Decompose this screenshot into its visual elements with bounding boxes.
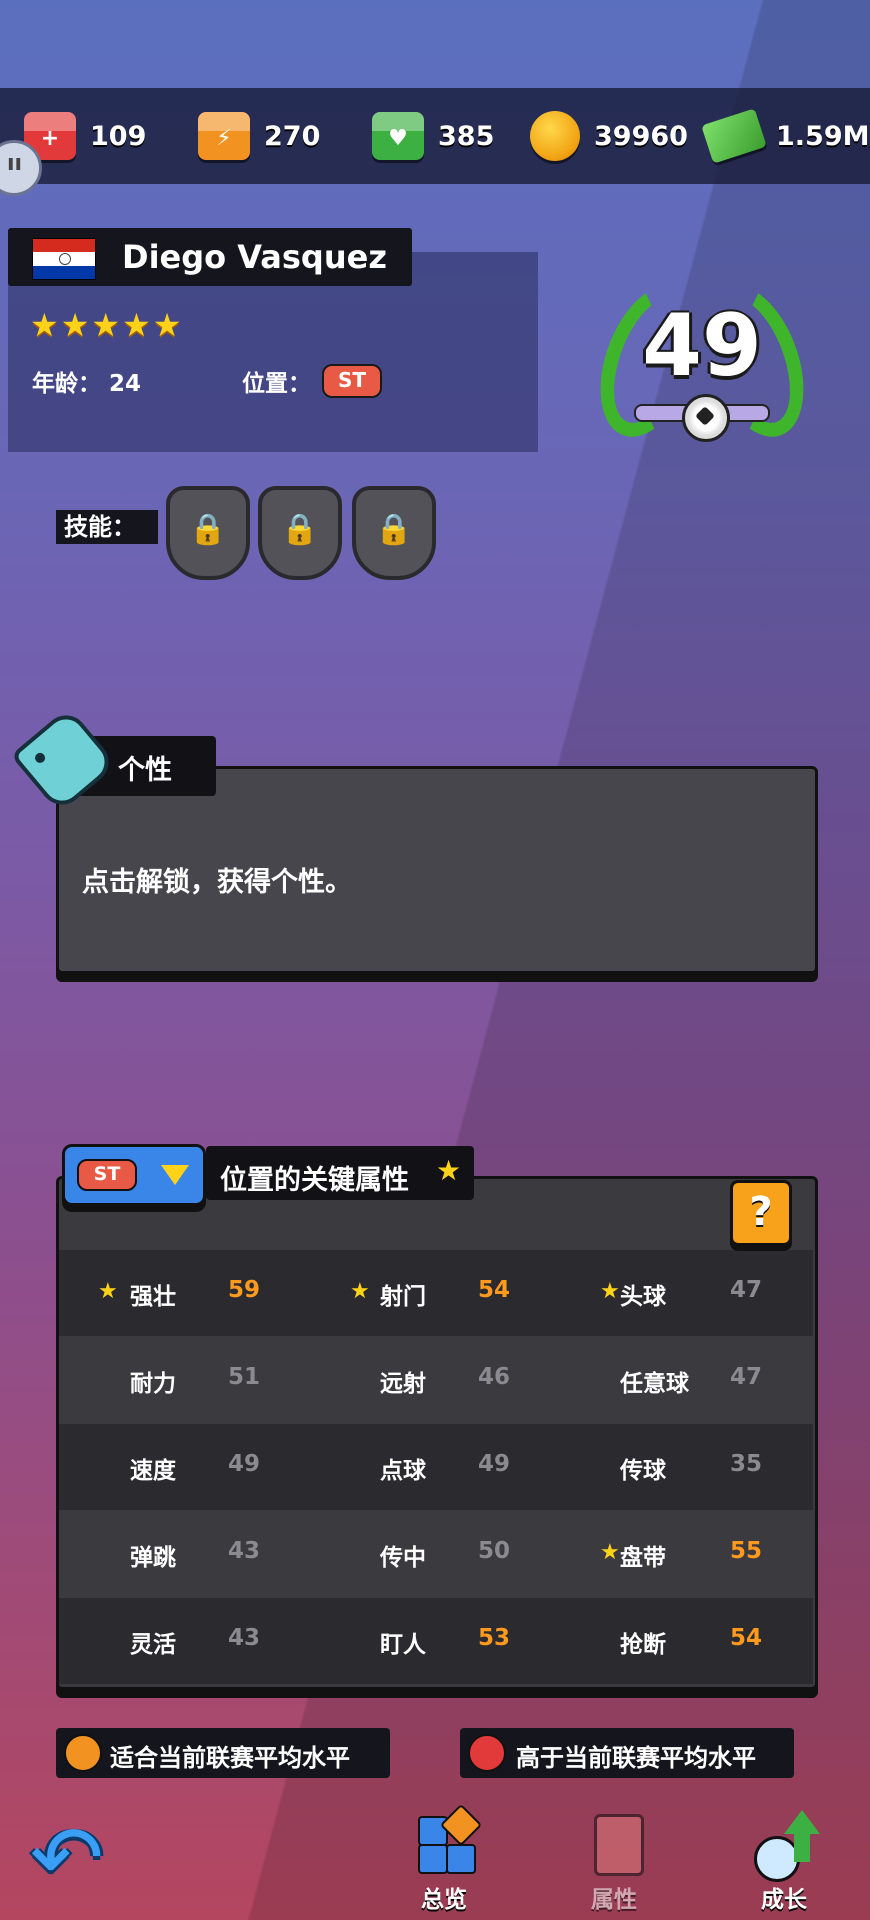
orange-dot-icon [64,1734,102,1772]
player-rating-emblem: 49 [581,271,823,451]
key-attributes-title: 位置的关键属性 [220,1165,409,1196]
attribute-value: 59 [228,1277,261,1303]
attribute-label: 强壮 [130,1284,176,1310]
attribute-value: 55 [730,1538,763,1564]
attribute-value: 35 [730,1451,763,1477]
attribute-value: 49 [228,1451,261,1477]
key-attribute-star-icon: ★ [600,1540,620,1565]
player-name: Diego Vasquez [122,238,387,276]
key-star-icon: ★ [436,1154,462,1187]
legend-average-text: 适合当前联赛平均水平 [110,1744,350,1772]
green-cube-icon: ♥ [372,112,424,160]
nav-overview-label: 总览 [421,1887,467,1913]
attribute-value: 43 [228,1538,261,1564]
attribute-row: 弹跳 43 传中 50 ★ 盘带 55 [59,1511,813,1597]
key-attribute-star-icon: ★ [350,1279,370,1304]
resource-gold-coin[interactable]: 39960 [530,88,688,184]
attribute-row: ★ 强壮 59 ★ 射门 54 ★ 头球 47 [59,1250,813,1336]
red-dot-icon [468,1734,506,1772]
clipboard-icon [584,1810,646,1876]
skills-label: 技能： [56,510,158,544]
overview-grid-icon [414,1803,483,1874]
growth-arrow-icon [754,1810,820,1882]
attribute-row: 灵活 43 盯人 53 抢断 54 [59,1598,813,1684]
lock-icon: 🔒 [189,512,227,547]
player-position-badge: ST [322,364,382,398]
attribute-label: 耐力 [130,1371,176,1397]
attribute-row: 耐力 51 远射 46 任意球 47 [59,1337,813,1423]
legend-above-text: 高于当前联赛平均水平 [516,1744,756,1772]
gold-coin-icon [530,111,580,161]
resource-cash[interactable]: 1.59M [701,88,870,184]
red-cube-count: 109 [90,120,147,152]
cash-count: 1.59M [776,120,870,152]
nav-overview[interactable]: 总览 [394,1803,494,1913]
attribute-label: 盘带 [620,1545,666,1571]
skill-slot-2[interactable]: 🔒 [258,486,342,580]
attribute-value: 43 [228,1625,261,1651]
attribute-label: 速度 [130,1458,176,1484]
attribute-value: 50 [478,1538,511,1564]
attribute-value: 47 [730,1277,763,1303]
attribute-label: 传中 [380,1545,426,1571]
attribute-label: 头球 [620,1284,666,1310]
nav-growth-label: 成长 [761,1887,807,1913]
attribute-value: 54 [478,1277,511,1303]
nav-attributes-label: 属性 [591,1887,637,1913]
trait-unlock-text[interactable]: 点击解锁，获得个性。 [82,860,352,899]
player-stars: ★★★★★ [30,306,184,344]
attribute-label: 灵活 [130,1632,176,1658]
attribute-label: 传球 [620,1458,666,1484]
legend-average: 适合当前联赛平均水平 [56,1728,390,1778]
football-icon [682,394,730,442]
legend-above: 高于当前联赛平均水平 [460,1728,794,1778]
player-name-plate: Diego Vasquez [8,228,412,286]
trait-title: 个性 [118,755,172,786]
back-arrow-icon: ↶ [30,1806,104,1909]
attribute-label: 点球 [380,1458,426,1484]
green-cube-count: 385 [438,120,495,152]
lock-icon: 🔒 [281,512,319,547]
cash-icon [701,108,767,164]
attribute-value: 51 [228,1364,261,1390]
key-attribute-star-icon: ★ [98,1279,118,1304]
player-rating: 49 [642,296,762,396]
attribute-label: 远射 [380,1371,426,1397]
help-button[interactable]: ? [730,1180,792,1246]
nav-growth[interactable]: 成长 [734,1810,834,1913]
orange-cube-icon: ⚡ [198,112,250,160]
dropdown-triangle-icon [161,1165,189,1185]
skill-slot-1[interactable]: 🔒 [166,486,250,580]
resource-bar: + 109 ⚡ 270 ♥ 385 39960 1.59M [0,88,870,184]
resource-orange-cube[interactable]: ⚡ 270 [198,88,320,184]
gold-coin-count: 39960 [594,120,688,152]
attribute-value: 47 [730,1364,763,1390]
attribute-value: 53 [478,1625,511,1651]
attribute-value: 46 [478,1364,511,1390]
nav-attributes[interactable]: 属性 [564,1810,664,1913]
pause-icon: ıı [7,151,23,176]
attribute-label: 抢断 [620,1632,666,1658]
lock-icon: 🔒 [375,512,413,547]
player-position-label: 位置： [242,371,311,397]
attribute-value: 49 [478,1451,511,1477]
key-attribute-star-icon: ★ [600,1279,620,1304]
attribute-label: 盯人 [380,1632,426,1658]
position-selector[interactable]: ST [62,1144,206,1206]
paraguay-flag-icon [32,238,96,280]
attribute-value: 54 [730,1625,763,1651]
attribute-row: 速度 49 点球 49 传球 35 [59,1424,813,1510]
attribute-label: 弹跳 [130,1545,176,1571]
resource-red-cube[interactable]: + 109 [24,88,146,184]
position-selector-badge: ST [77,1159,137,1191]
orange-cube-count: 270 [264,120,321,152]
attribute-label: 任意球 [620,1371,689,1397]
resource-green-cube[interactable]: ♥ 385 [372,88,494,184]
player-age: 年龄： 24 [32,371,142,397]
attribute-label: 射门 [380,1284,426,1310]
back-button[interactable]: ↶ [30,1806,120,1909]
skill-slot-3[interactable]: 🔒 [352,486,436,580]
